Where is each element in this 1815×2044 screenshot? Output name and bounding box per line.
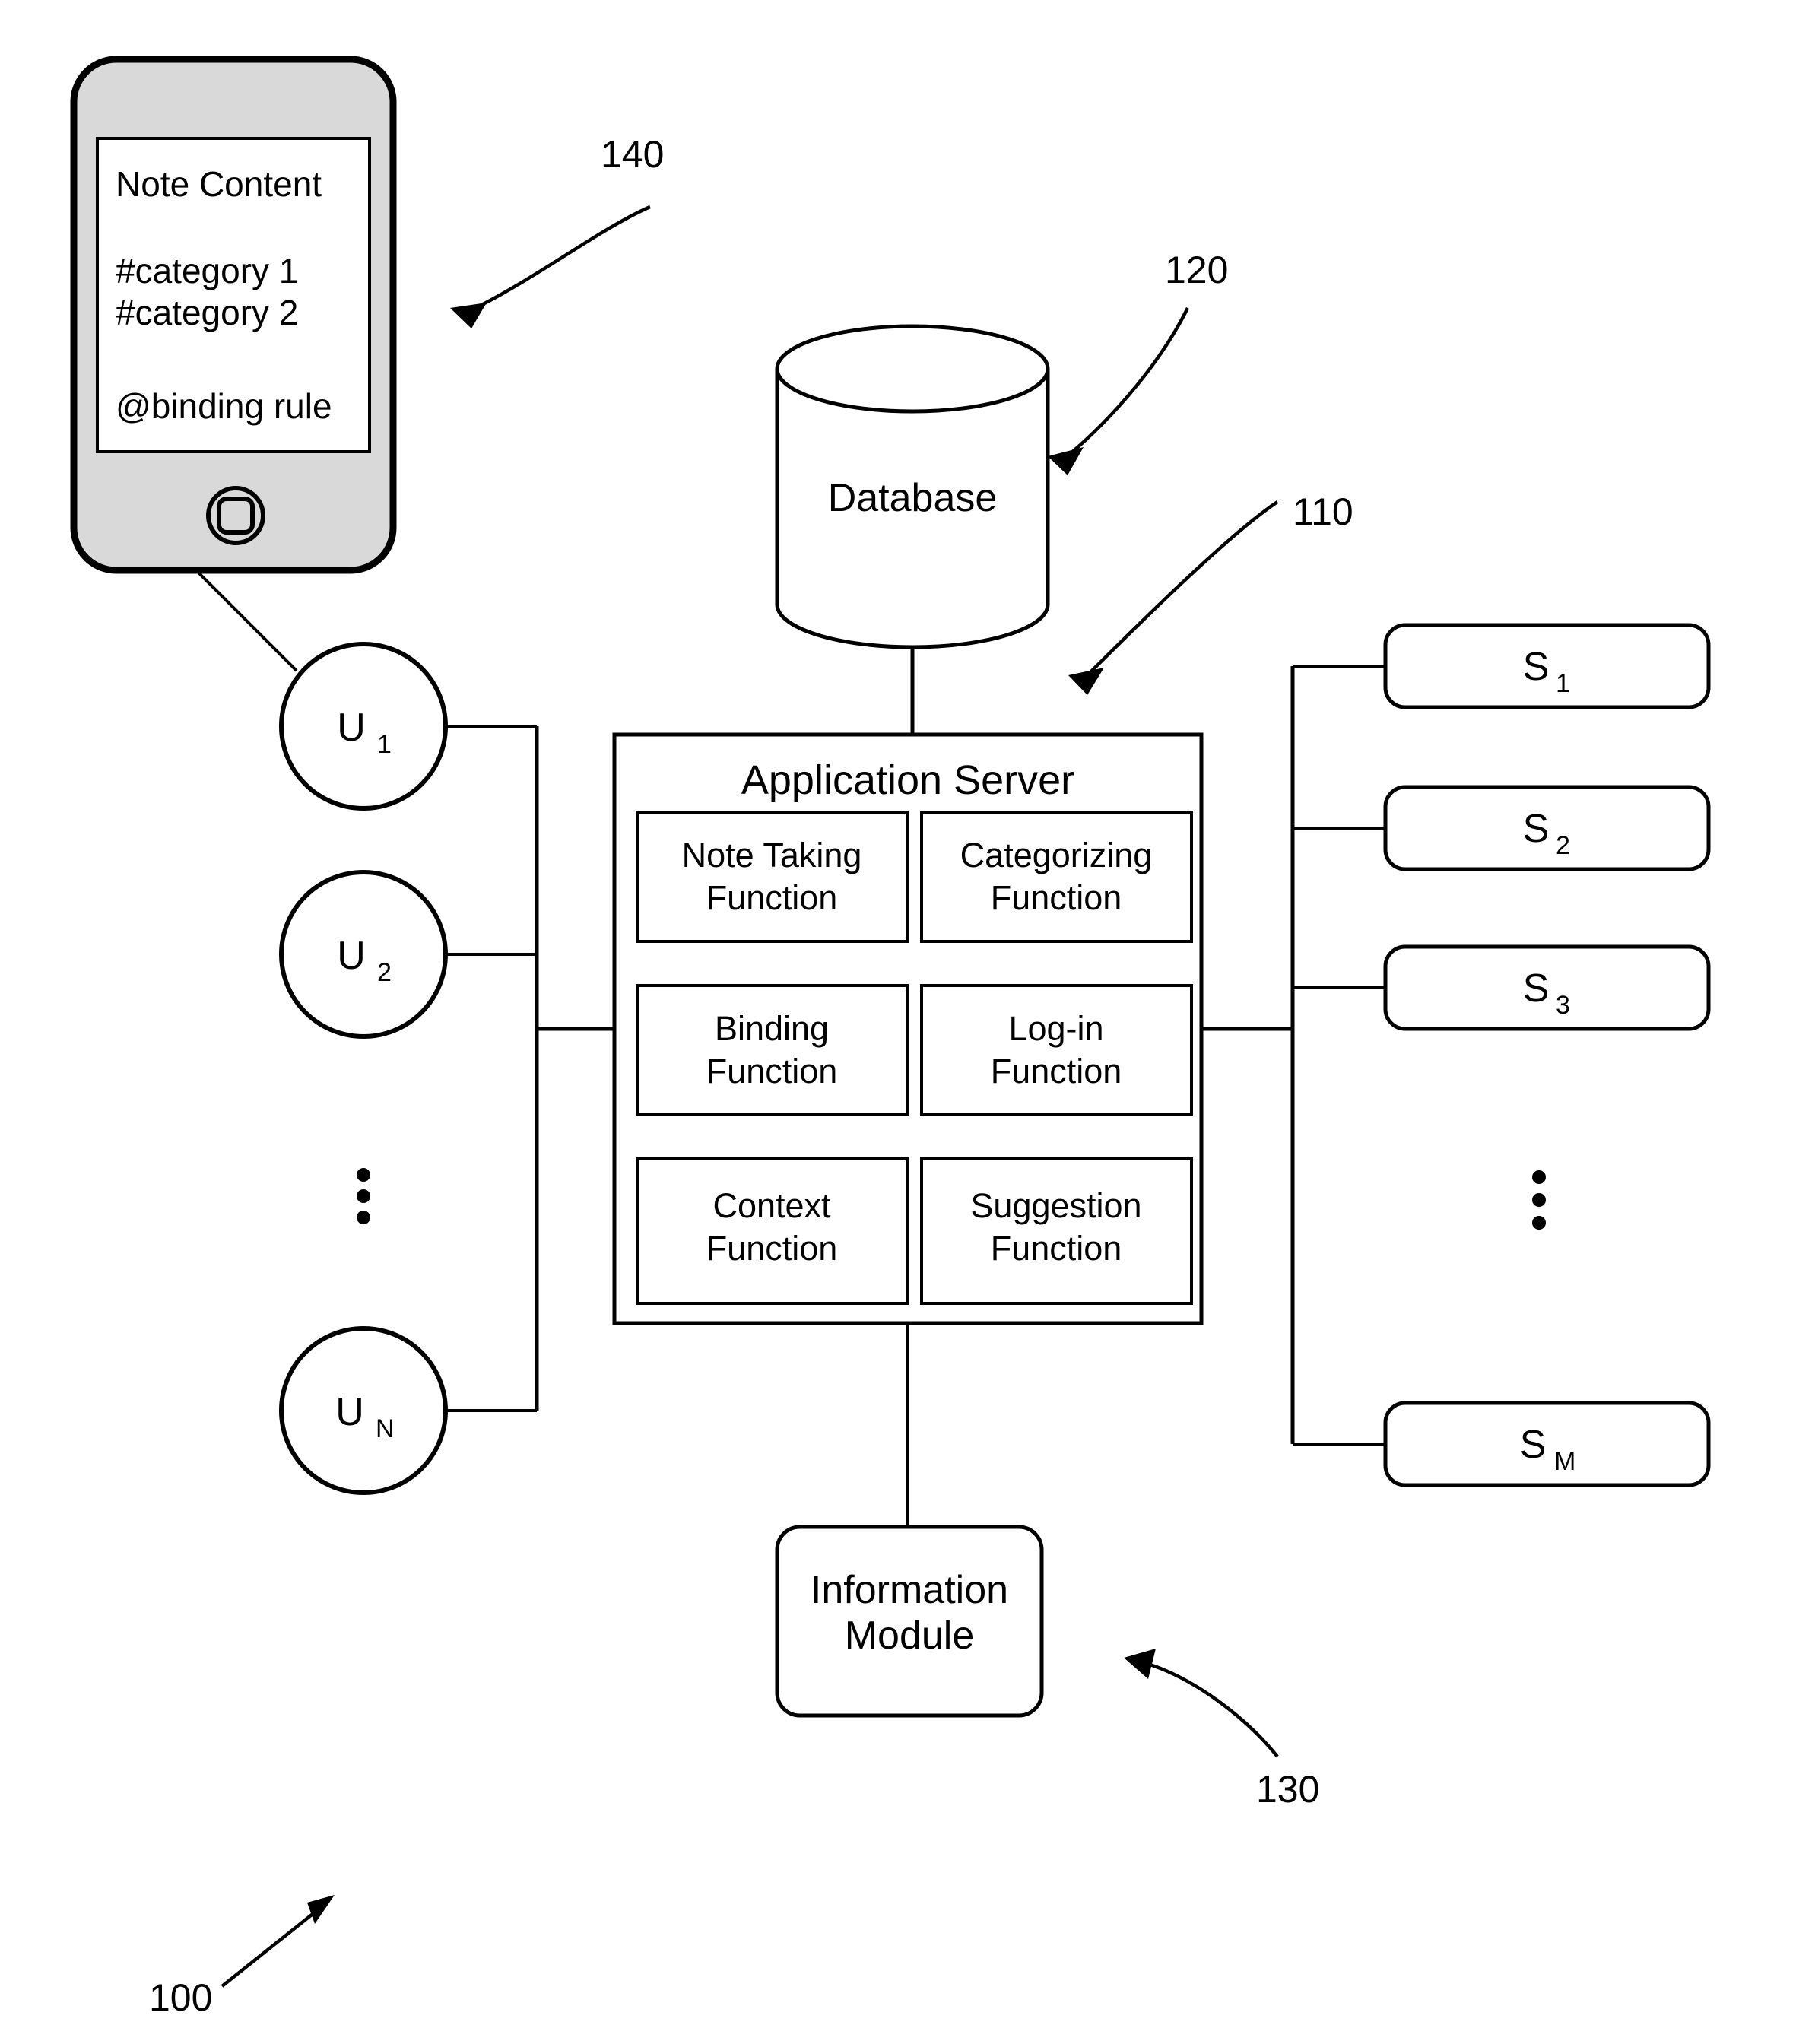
function-log-in-line2: Function xyxy=(991,1052,1122,1090)
information-module[interactable]: Information Module xyxy=(775,1525,1044,1718)
users-vertical-ellipsis xyxy=(357,1168,370,1224)
function-binding-line2: Function xyxy=(706,1052,838,1090)
service-node-1[interactable]: S 1 xyxy=(1383,623,1711,709)
service-node-1-base: S xyxy=(1523,645,1550,689)
function-suggestion[interactable]: Suggestion Function xyxy=(920,1157,1193,1305)
leader-130: 130 xyxy=(1124,1649,1319,1811)
user-node-1-base: U xyxy=(337,706,366,750)
function-context-line2: Function xyxy=(706,1229,838,1268)
ref-130: 130 xyxy=(1256,1768,1319,1811)
function-note-taking[interactable]: Note Taking Function xyxy=(636,811,909,943)
information-module-line1: Information xyxy=(811,1568,1008,1612)
function-suggestion-line2: Function xyxy=(991,1229,1122,1268)
application-server[interactable]: Application Server Note Taking Function … xyxy=(612,732,1204,1325)
database-label: Database xyxy=(828,476,998,520)
mobile-device[interactable]: Note Content #category 1 #category 2 @bi… xyxy=(70,56,397,574)
service-node-m-subscript: M xyxy=(1554,1447,1575,1476)
leader-140: 140 xyxy=(450,133,664,328)
device-to-user1-link xyxy=(196,570,298,672)
user-node-1[interactable]: U 1 xyxy=(279,642,448,811)
user-node-n-subscript: N xyxy=(376,1414,395,1443)
information-module-line2: Module xyxy=(845,1614,975,1658)
function-note-taking-line2: Function xyxy=(706,878,838,917)
user-bus xyxy=(446,725,614,1412)
function-categorizing-line1: Categorizing xyxy=(960,836,1153,874)
application-server-title: Application Server xyxy=(741,757,1074,803)
user-node-1-subscript: 1 xyxy=(377,730,392,759)
note-category-2: #category 2 xyxy=(116,293,298,332)
service-node-2[interactable]: S 2 xyxy=(1383,785,1711,871)
system-diagram: Note Content #category 1 #category 2 @bi… xyxy=(70,56,1711,2019)
function-log-in-line1: Log-in xyxy=(1008,1009,1103,1048)
ref-100: 100 xyxy=(149,1976,212,2019)
note-content-title: Note Content xyxy=(116,164,322,204)
function-categorizing-line2: Function xyxy=(991,878,1122,917)
service-nodes: S 1 S 2 S 3 S M xyxy=(1383,623,1711,1487)
service-bus xyxy=(1201,665,1385,1446)
user-node-2-base: U xyxy=(337,934,366,978)
function-categorizing[interactable]: Categorizing Function xyxy=(920,811,1193,943)
service-node-m[interactable]: S M xyxy=(1383,1401,1711,1487)
function-binding-line1: Binding xyxy=(715,1009,829,1048)
figure-canvas: Note Content #category 1 #category 2 @bi… xyxy=(0,0,1815,2044)
service-node-m-base: S xyxy=(1520,1423,1547,1467)
function-binding[interactable]: Binding Function xyxy=(636,984,909,1116)
service-node-2-subscript: 2 xyxy=(1556,831,1570,860)
ref-110: 110 xyxy=(1293,490,1353,533)
ref-140: 140 xyxy=(601,133,664,176)
user-node-n[interactable]: U N xyxy=(279,1326,448,1495)
service-node-3-base: S xyxy=(1523,966,1550,1011)
user-node-2[interactable]: U 2 xyxy=(279,870,448,1039)
note-binding-rule: @binding rule xyxy=(116,386,332,426)
function-suggestion-line1: Suggestion xyxy=(970,1186,1141,1225)
user-node-2-subscript: 2 xyxy=(377,958,392,987)
leader-110: 110 xyxy=(1068,490,1353,695)
user-node-n-base: U xyxy=(335,1390,364,1434)
service-node-3-subscript: 3 xyxy=(1556,991,1570,1020)
function-note-taking-line1: Note Taking xyxy=(682,836,862,874)
services-vertical-ellipsis xyxy=(1532,1170,1546,1230)
service-node-2-base: S xyxy=(1523,807,1550,851)
service-node-1-subscript: 1 xyxy=(1556,669,1570,698)
leader-100: 100 xyxy=(149,1895,335,2019)
ref-120: 120 xyxy=(1165,249,1228,291)
database-cylinder[interactable]: Database xyxy=(775,324,1050,649)
user-nodes: U 1 U 2 U N xyxy=(279,642,448,1495)
function-log-in[interactable]: Log-in Function xyxy=(920,984,1193,1116)
function-context-line1: Context xyxy=(712,1186,831,1225)
function-context[interactable]: Context Function xyxy=(636,1157,909,1305)
service-node-3[interactable]: S 3 xyxy=(1383,944,1711,1031)
leader-120: 120 xyxy=(1048,249,1228,475)
note-category-1: #category 1 xyxy=(116,251,298,290)
